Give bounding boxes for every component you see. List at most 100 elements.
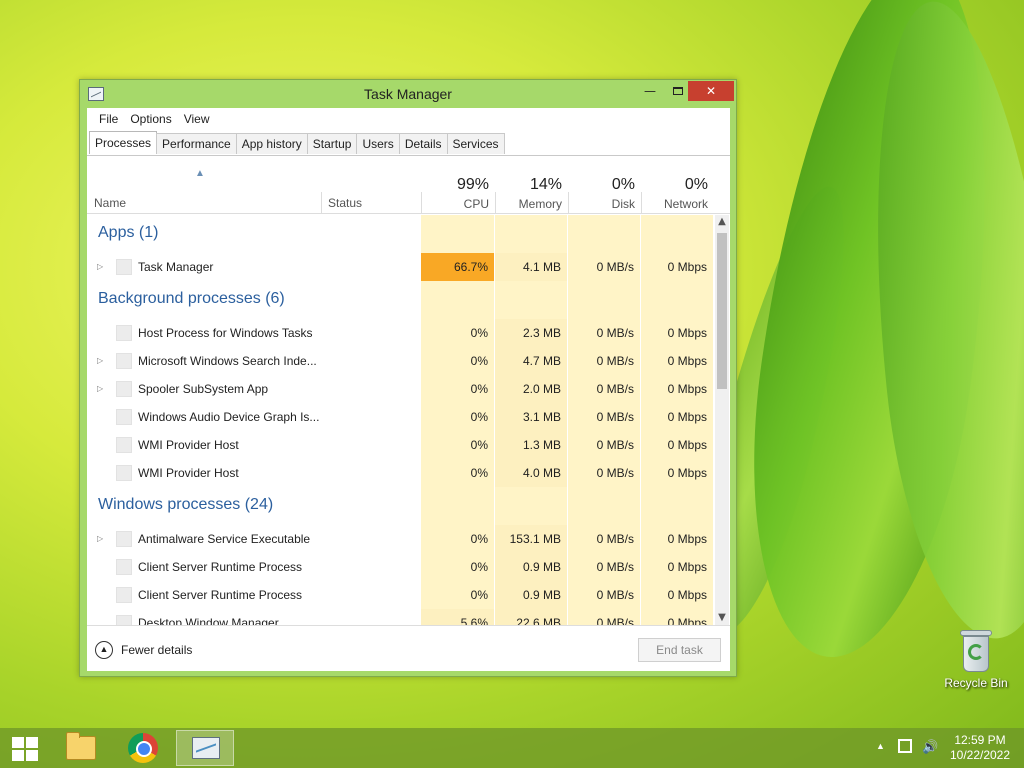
tab-processes[interactable]: Processes [89, 131, 158, 154]
volume-icon[interactable]: 🔊 [922, 739, 938, 768]
windows-start-icon[interactable] [12, 737, 39, 761]
footer-bar: ▲ Fewer details End task [87, 625, 730, 671]
tab-users[interactable]: Users [356, 133, 400, 154]
scroll-down-icon[interactable]: ▼ [715, 611, 729, 625]
table-row[interactable]: ▷ Microsoft Windows Search Inde... 0% 4.… [87, 347, 715, 375]
column-name[interactable]: Name [94, 196, 126, 210]
group-header[interactable]: Background processes (6) [87, 281, 715, 319]
network-cell: 0 Mbps [641, 581, 713, 609]
window-client-area: File Options View Processes Performance … [87, 108, 730, 671]
sort-up-icon: ▲ [195, 168, 205, 179]
table-row[interactable]: Desktop Window Manager 5.6% 22.6 MB 0 MB… [87, 609, 715, 625]
task-manager-window: Task Manager — ✕ File Options View Proce… [79, 79, 737, 677]
group-header[interactable]: Apps (1) [87, 215, 715, 253]
cell-shade [421, 281, 494, 319]
process-name: Antimalware Service Executable [138, 532, 311, 546]
cell-shade [421, 487, 494, 525]
scroll-up-icon[interactable]: ▲ [715, 215, 729, 229]
expand-arrow-icon[interactable]: ▷ [97, 384, 103, 393]
expand-arrow-icon[interactable]: ▷ [97, 356, 103, 365]
cpu-cell: 5.6% [421, 609, 494, 625]
process-icon [116, 587, 132, 603]
expand-arrow-icon[interactable]: ▷ [97, 262, 103, 271]
cell-shade [568, 487, 640, 525]
process-name: Microsoft Windows Search Inde... [138, 354, 317, 368]
table-row[interactable]: WMI Provider Host 0% 1.3 MB 0 MB/s 0 Mbp… [87, 431, 715, 459]
taskbar: ▲ 🔊 12:59 PM 10/22/2022 [0, 728, 1024, 768]
tab-performance[interactable]: Performance [156, 133, 237, 154]
process-name: Client Server Runtime Process [138, 588, 303, 602]
table-row[interactable]: ▷ Spooler SubSystem App 0% 2.0 MB 0 MB/s… [87, 375, 715, 403]
cell-shade [568, 281, 640, 319]
chrome-icon[interactable] [114, 730, 172, 766]
cpu-cell: 0% [421, 431, 494, 459]
network-cell: 0 Mbps [641, 609, 713, 625]
process-name: Host Process for Windows Tasks [138, 326, 313, 340]
cpu-cell: 0% [421, 553, 494, 581]
process-icon [116, 615, 132, 625]
close-button[interactable]: ✕ [688, 81, 734, 101]
tab-startup[interactable]: Startup [306, 133, 358, 154]
recycle-bin-icon [960, 630, 992, 672]
process-name: Windows Audio Device Graph Is... [138, 410, 320, 424]
table-row[interactable]: WMI Provider Host 0% 4.0 MB 0 MB/s 0 Mbp… [87, 459, 715, 487]
process-icon [116, 465, 132, 481]
table-row[interactable]: Host Process for Windows Tasks 0% 2.3 MB… [87, 319, 715, 347]
memory-cell: 22.6 MB [495, 609, 567, 625]
process-icon [116, 531, 132, 547]
column-status[interactable]: Status [328, 196, 362, 210]
network-label: Network [663, 197, 708, 211]
cpu-cell: 0% [421, 319, 494, 347]
end-task-button[interactable]: End task [638, 638, 721, 662]
scrollbar-thumb[interactable] [717, 233, 727, 389]
tab-services[interactable]: Services [446, 133, 505, 154]
tab-app-history[interactable]: App history [235, 133, 308, 154]
disk-cell: 0 MB/s [568, 347, 640, 375]
tab-details[interactable]: Details [398, 133, 448, 154]
column-memory[interactable]: 14% Memory [490, 176, 562, 211]
title-bar[interactable]: Task Manager — ✕ [80, 80, 736, 108]
cpu-cell: 0% [421, 459, 494, 487]
menu-options[interactable]: Options [124, 112, 177, 126]
table-row[interactable]: Windows Audio Device Graph Is... 0% 3.1 … [87, 403, 715, 431]
table-row[interactable]: ▷ Antimalware Service Executable 0% 153.… [87, 525, 715, 553]
disk-cell: 0 MB/s [568, 431, 640, 459]
column-disk[interactable]: 0% Disk [563, 176, 635, 211]
group-label-windows: Windows processes (24) [98, 496, 274, 513]
column-cpu[interactable]: 99% CPU [417, 176, 489, 211]
network-icon[interactable] [898, 739, 912, 753]
menu-view[interactable]: View [178, 112, 216, 126]
file-explorer-icon[interactable] [52, 730, 110, 766]
network-cell: 0 Mbps [641, 319, 713, 347]
disk-cell: 0 MB/s [568, 459, 640, 487]
process-icon [116, 259, 132, 275]
memory-cell: 2.0 MB [495, 375, 567, 403]
table-row[interactable]: Client Server Runtime Process 0% 0.9 MB … [87, 581, 715, 609]
maximize-icon [673, 87, 683, 95]
task-manager-icon[interactable] [176, 730, 234, 766]
expand-arrow-icon[interactable]: ▷ [97, 534, 103, 543]
table-row[interactable]: ▷ Task Manager 66.7% 4.1 MB 0 MB/s 0 Mbp… [87, 253, 715, 281]
process-name: Client Server Runtime Process [138, 560, 303, 574]
column-network[interactable]: 0% Network [636, 176, 708, 211]
table-row[interactable]: Client Server Runtime Process 0% 0.9 MB … [87, 553, 715, 581]
show-hidden-icons-icon[interactable]: ▲ [876, 741, 885, 768]
column-separator[interactable] [321, 192, 322, 214]
process-list[interactable]: Apps (1) ▷ Task Manager 66.7% 4.1 MB 0 M… [87, 215, 715, 625]
menu-file[interactable]: File [93, 112, 124, 126]
recycle-bin-desktop-icon[interactable]: Recycle Bin [942, 630, 1010, 690]
group-header[interactable]: Windows processes (24) [87, 487, 715, 525]
disk-cell: 0 MB/s [568, 375, 640, 403]
cell-shade [641, 487, 713, 525]
menu-bar: File Options View [87, 108, 730, 130]
minimize-button[interactable]: — [636, 81, 664, 101]
network-cell: 0 Mbps [641, 347, 713, 375]
system-clock[interactable]: 12:59 PM 10/22/2022 [945, 733, 1015, 763]
fewer-details-link[interactable]: Fewer details [121, 643, 192, 657]
cpu-total: 99% [456, 176, 489, 193]
network-total: 0% [684, 176, 708, 193]
network-cell: 0 Mbps [641, 253, 713, 281]
chevron-up-icon[interactable]: ▲ [95, 641, 113, 659]
memory-cell: 2.3 MB [495, 319, 567, 347]
vertical-scrollbar[interactable]: ▲ ▼ [715, 215, 729, 625]
